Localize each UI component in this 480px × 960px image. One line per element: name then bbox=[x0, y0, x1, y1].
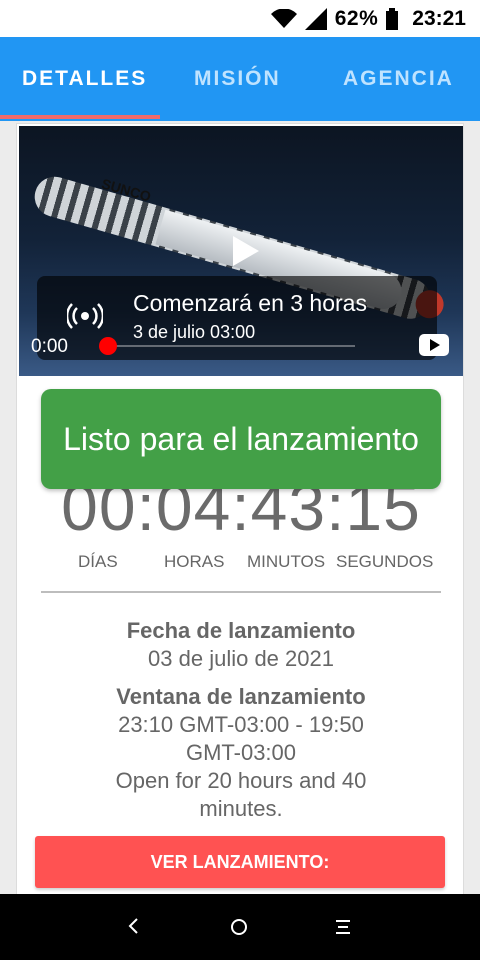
youtube-icon[interactable] bbox=[419, 334, 449, 356]
countdown-units: DÍAS HORAS MINUTOS SEGUNDOS bbox=[17, 552, 465, 576]
tab-bar: DETALLES MISIÓN AGENCIA bbox=[0, 37, 480, 121]
video-progress-bar[interactable] bbox=[109, 345, 355, 347]
tab-detalles[interactable]: DETALLES bbox=[22, 37, 147, 121]
video-title: Comenzará en 3 horas bbox=[133, 290, 367, 316]
home-icon[interactable] bbox=[230, 918, 248, 936]
wifi-icon bbox=[270, 8, 297, 28]
tab-agencia[interactable]: AGENCIA bbox=[343, 37, 454, 121]
unit-seconds: SEGUNDOS bbox=[336, 552, 434, 571]
launch-status-button[interactable]: Listo para el lanzamiento bbox=[41, 389, 441, 489]
video-scrubber-handle[interactable] bbox=[99, 337, 117, 355]
launch-details-card: SUNCO Comenzará en 3 horas 3 de julio 03… bbox=[16, 123, 464, 923]
status-bar: 62% 23:21 bbox=[0, 0, 480, 37]
play-icon[interactable] bbox=[231, 234, 261, 268]
launch-window-line2: GMT-03:00 bbox=[185, 740, 297, 765]
signal-icon bbox=[304, 7, 327, 30]
video-current-time: 0:00 bbox=[31, 336, 68, 357]
video-player[interactable]: SUNCO Comenzará en 3 horas 3 de julio 03… bbox=[19, 126, 463, 376]
unit-days: DÍAS bbox=[78, 552, 118, 571]
tab-mision[interactable]: MISIÓN bbox=[194, 37, 281, 121]
launch-date-value: 03 de julio de 2021 bbox=[148, 646, 334, 671]
unit-minutes: MINUTOS bbox=[247, 552, 326, 571]
launch-window-line1: 23:10 GMT-03:00 - 19:50 bbox=[118, 712, 364, 737]
launch-window-label: Ventana de lanzamiento bbox=[116, 684, 366, 709]
launch-open-line1: Open for 20 hours and 40 bbox=[115, 768, 367, 793]
divider bbox=[41, 591, 441, 593]
active-tab-indicator bbox=[0, 115, 160, 119]
recent-apps-icon[interactable] bbox=[334, 918, 352, 936]
launch-open-line2: minutes. bbox=[199, 796, 283, 821]
live-broadcast-icon bbox=[67, 303, 103, 329]
system-nav-bar bbox=[0, 894, 480, 960]
battery-percent: 62% bbox=[334, 6, 379, 30]
unit-hours: HORAS bbox=[164, 552, 225, 571]
watch-launch-button[interactable]: VER LANZAMIENTO: bbox=[35, 836, 445, 888]
clock: 23:21 bbox=[412, 6, 466, 30]
battery-icon bbox=[386, 7, 399, 30]
launch-date-label: Fecha de lanzamiento bbox=[126, 618, 356, 643]
back-icon[interactable] bbox=[124, 916, 144, 936]
video-date: 3 de julio 03:00 bbox=[133, 322, 256, 342]
